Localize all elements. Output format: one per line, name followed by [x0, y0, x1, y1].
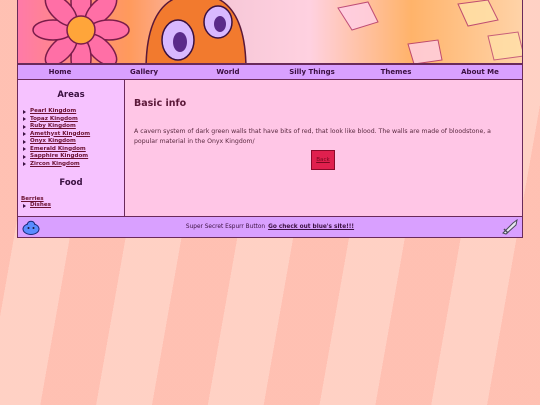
list-item: Zircon Kingdom	[23, 161, 121, 169]
blue-slime-icon[interactable]	[22, 219, 40, 235]
creature-art-icon	[145, 0, 247, 63]
nav-home[interactable]: Home	[18, 68, 102, 76]
area-link-ruby[interactable]: Ruby Kingdom	[30, 123, 76, 131]
list-item: Topaz Kingdom	[23, 116, 121, 124]
blue-site-link[interactable]: Go check out blue's site!!!	[268, 224, 354, 230]
area-link-sapphire[interactable]: Sapphire Kingdom	[30, 153, 88, 161]
content-panel: Basic info A cavern system of dark green…	[125, 80, 522, 216]
footer: Super Secret Espurr Button Go check out …	[17, 217, 523, 238]
list-item: Dishes	[23, 202, 121, 210]
area-link-emerald[interactable]: Emerald Kingdom	[30, 146, 86, 154]
list-item: Pearl Kingdom	[23, 108, 121, 116]
bullet-icon	[23, 109, 26, 114]
main-nav: Home Gallery World Silly Things Themes A…	[17, 64, 523, 80]
area-link-zircon[interactable]: Zircon Kingdom	[30, 161, 80, 169]
food-list: Dishes	[23, 202, 121, 210]
bullet-icon	[23, 162, 26, 167]
nav-silly-things[interactable]: Silly Things	[270, 68, 354, 76]
food-link-dishes[interactable]: Dishes	[30, 202, 51, 210]
list-item: Amethyst Kingdom	[23, 131, 121, 139]
main-area: Areas Pearl Kingdom Topaz Kingdom Ruby K…	[17, 80, 523, 217]
bullet-icon	[23, 124, 26, 129]
bullet-icon	[23, 139, 26, 144]
bullet-icon	[23, 147, 26, 152]
site-container: Home Gallery World Silly Things Themes A…	[17, 0, 523, 238]
areas-list: Pearl Kingdom Topaz Kingdom Ruby Kingdom…	[23, 108, 121, 168]
back-button[interactable]: Back	[311, 150, 335, 170]
nav-world[interactable]: World	[186, 68, 270, 76]
sidebar: Areas Pearl Kingdom Topaz Kingdom Ruby K…	[18, 80, 125, 216]
nav-about-me[interactable]: About Me	[438, 68, 522, 76]
area-link-pearl[interactable]: Pearl Kingdom	[30, 108, 76, 116]
list-item: Onyx Kingdom	[23, 138, 121, 146]
sword-icon[interactable]	[501, 219, 519, 235]
header-banner	[17, 0, 523, 64]
list-item: Sapphire Kingdom	[23, 153, 121, 161]
areas-heading: Areas	[57, 90, 85, 100]
nav-themes[interactable]: Themes	[354, 68, 438, 76]
list-item: Ruby Kingdom	[23, 123, 121, 131]
bullet-icon	[23, 154, 26, 159]
nav-gallery[interactable]: Gallery	[102, 68, 186, 76]
footer-text: Super Secret Espurr Button	[185, 224, 266, 230]
bullet-icon	[23, 132, 26, 137]
flower-art-icon	[32, 0, 130, 63]
list-item: Emerald Kingdom	[23, 146, 121, 154]
bullet-icon	[23, 203, 26, 208]
page-title: Basic info	[134, 98, 187, 109]
area-link-amethyst[interactable]: Amethyst Kingdom	[30, 131, 90, 139]
description-text: A cavern system of dark green walls that…	[134, 128, 491, 145]
bullet-icon	[23, 117, 26, 122]
area-link-topaz[interactable]: Topaz Kingdom	[30, 116, 78, 124]
crystal-art-icon	[337, 0, 522, 63]
area-link-onyx[interactable]: Onyx Kingdom	[30, 138, 76, 146]
food-heading: Food	[59, 178, 83, 188]
